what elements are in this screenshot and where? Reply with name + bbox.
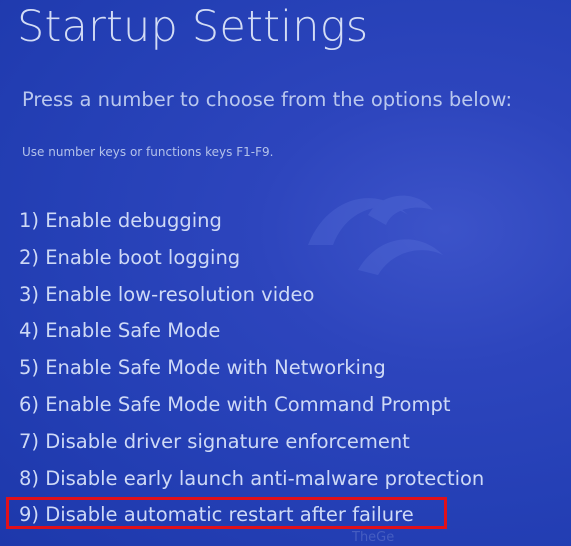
option-enable-low-resolution-video[interactable]: 3) Enable low-resolution video [19, 277, 484, 314]
option-enable-safe-mode[interactable]: 4) Enable Safe Mode [19, 313, 484, 350]
startup-options-list: 1) Enable debugging 2) Enable boot loggi… [5, 203, 484, 534]
instruction-text: Press a number to choose from the option… [22, 88, 513, 111]
option-enable-safe-mode-networking[interactable]: 5) Enable Safe Mode with Networking [19, 350, 484, 387]
startup-settings-screen: Startup Settings Press a number to choos… [0, 0, 571, 546]
option-enable-safe-mode-command-prompt[interactable]: 6) Enable Safe Mode with Command Prompt [19, 387, 484, 424]
option-enable-boot-logging[interactable]: 2) Enable boot logging [19, 240, 484, 277]
option-disable-automatic-restart[interactable]: 9) Disable automatic restart after failu… [5, 497, 484, 534]
option-enable-debugging[interactable]: 1) Enable debugging [19, 203, 484, 240]
option-disable-early-launch-anti-malware[interactable]: 8) Disable early launch anti-malware pro… [19, 461, 484, 498]
key-hint-text: Use number keys or functions keys F1-F9. [22, 145, 274, 159]
watermark: TheGe [352, 530, 395, 545]
option-disable-driver-signature-enforcement[interactable]: 7) Disable driver signature enforcement [19, 424, 484, 461]
page-title: Startup Settings [17, 2, 369, 52]
